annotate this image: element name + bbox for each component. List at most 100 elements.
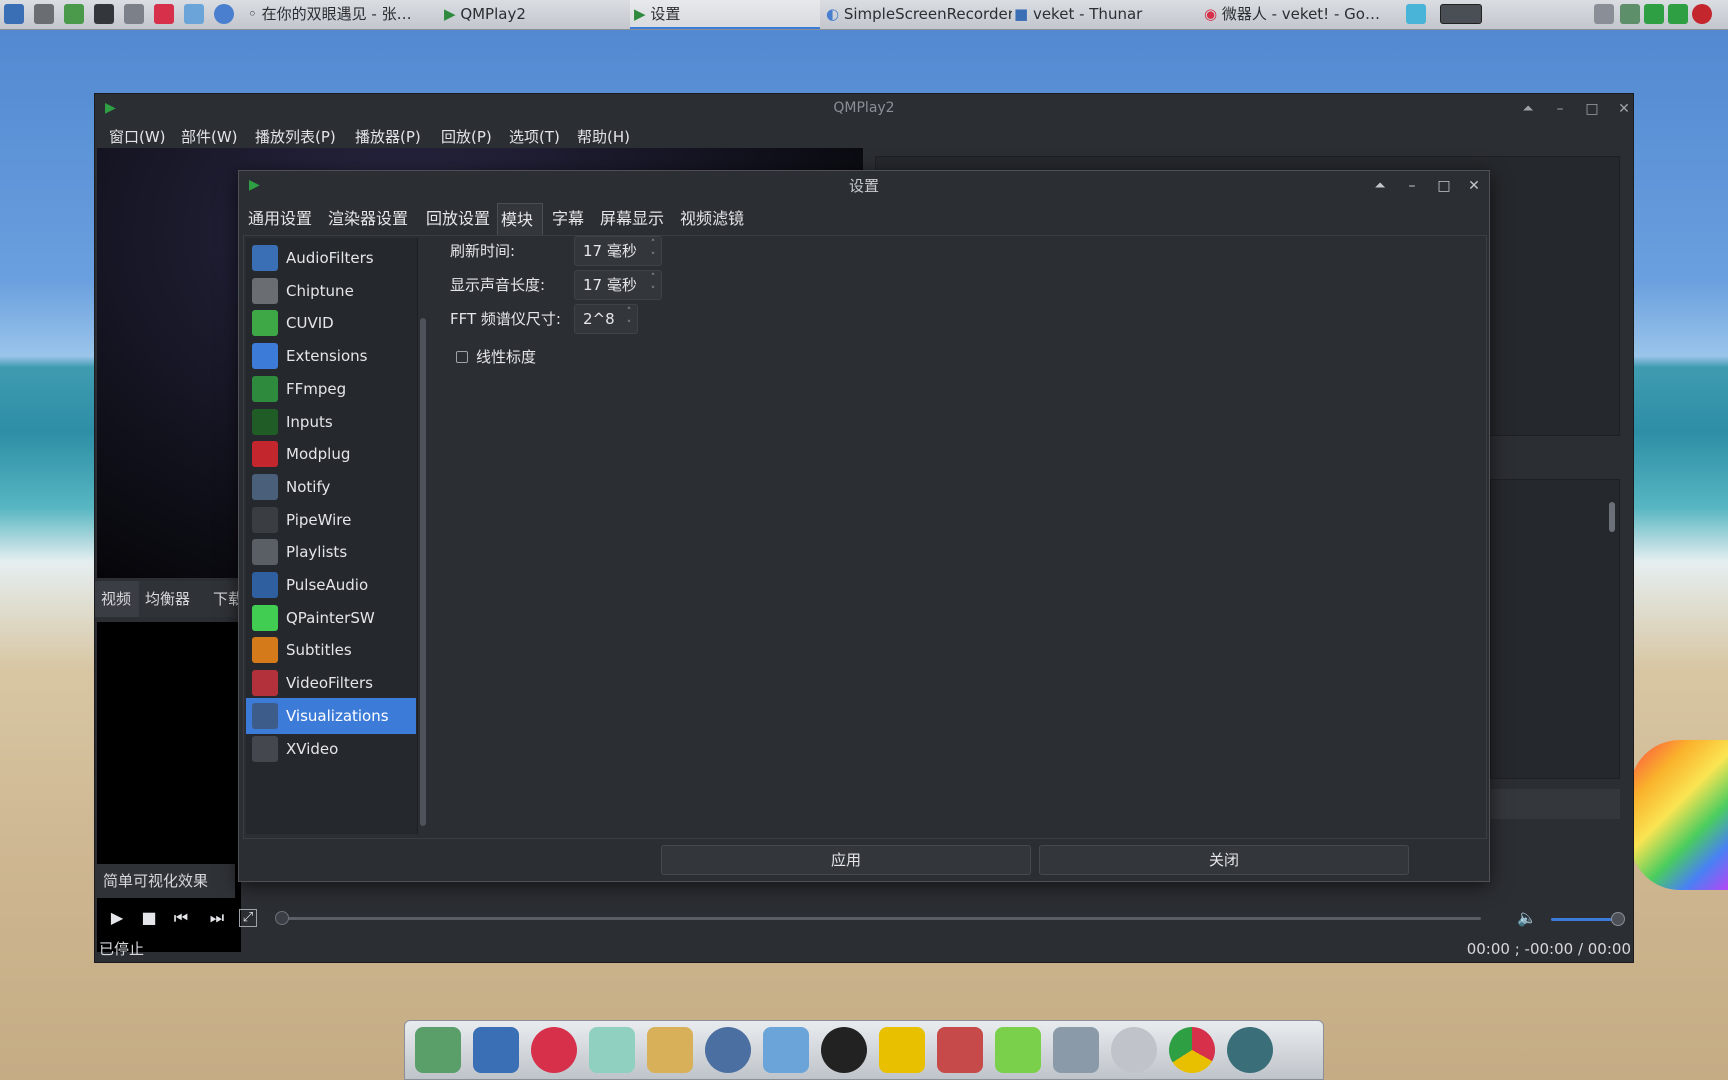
browser-icon[interactable] xyxy=(214,4,234,24)
tab-renderer[interactable]: 渲染器设置 xyxy=(325,203,411,235)
module-item-pipewire[interactable]: PipeWire xyxy=(246,502,416,538)
taskbar-item-chrome[interactable]: ◉ 微器人 - veket! - Go… xyxy=(1204,0,1388,29)
module-item-label: Inputs xyxy=(286,412,333,431)
shade-button[interactable]: ⏶ xyxy=(1517,98,1539,120)
screenshot-icon[interactable] xyxy=(1406,4,1426,24)
module-item-inputs[interactable]: Inputs xyxy=(246,404,416,440)
taskbar-item-settings[interactable]: ▶ 设置 xyxy=(630,0,820,29)
subtitles-icon xyxy=(252,637,278,664)
sound-length-spinbox[interactable]: 17 毫秒 ˄ ˅ xyxy=(574,270,662,300)
heart-app-icon[interactable] xyxy=(154,4,174,24)
module-item-cuvid[interactable]: CUVID xyxy=(246,305,416,341)
module-item-audiofilters[interactable]: AudioFilters xyxy=(246,240,416,276)
settings-sun-icon[interactable] xyxy=(1111,1027,1157,1073)
terminal-icon[interactable] xyxy=(94,4,114,24)
removable-drive-icon[interactable] xyxy=(1053,1027,1099,1073)
module-item-videofilters[interactable]: VideoFilters xyxy=(246,665,416,701)
help-icon[interactable] xyxy=(995,1027,1041,1073)
volume-slider-handle[interactable] xyxy=(1611,912,1625,926)
game-icon[interactable] xyxy=(531,1027,577,1073)
spin-arrows-icon[interactable]: ˄ ˅ xyxy=(647,238,659,264)
tab-equalizer[interactable]: 均衡器 xyxy=(145,581,190,617)
battery-icon[interactable] xyxy=(1644,4,1664,24)
linear-scale-checkbox[interactable]: 线性标度 xyxy=(456,342,536,372)
module-item-playlists[interactable]: Playlists xyxy=(246,534,416,570)
minimize-button[interactable]: – xyxy=(1401,175,1423,197)
tab-video-filters[interactable]: 视频滤镜 xyxy=(677,203,747,235)
audio-player-icon[interactable] xyxy=(705,1027,751,1073)
display-settings-icon[interactable] xyxy=(473,1027,519,1073)
taskbar-item-qmplay[interactable]: ▶ QMPlay2 xyxy=(444,0,614,29)
volume-slider[interactable] xyxy=(1551,918,1617,921)
module-list-scrollbar[interactable] xyxy=(420,318,426,826)
clipboard-icon[interactable] xyxy=(1594,4,1614,24)
previous-button[interactable]: ⏮ xyxy=(169,906,193,930)
notebook-icon[interactable] xyxy=(879,1027,925,1073)
tab-subtitles[interactable]: 字幕 xyxy=(549,203,587,235)
seek-slider-handle[interactable] xyxy=(275,911,289,925)
next-button[interactable]: ⏭ xyxy=(205,906,229,930)
shade-button[interactable]: ⏶ xyxy=(1369,175,1391,197)
tab-playback[interactable]: 回放设置 xyxy=(423,203,493,235)
taskbar-item-recorder[interactable]: ◐ SimpleScreenRecorder xyxy=(826,0,1012,29)
playlist-search-bar[interactable] xyxy=(1490,789,1620,819)
volume-icon[interactable]: 🔈 xyxy=(1515,906,1539,930)
fft-size-spinbox[interactable]: 2^8 ˄ ˅ xyxy=(574,304,638,334)
module-list[interactable]: AudioFilters Chiptune CUVID Extensions FFmpe… xyxy=(246,238,418,834)
tab-modules[interactable]: 模块 xyxy=(497,203,543,235)
system-monitor-icon[interactable] xyxy=(4,4,24,24)
module-item-pulseaudio[interactable]: PulseAudio xyxy=(246,567,416,603)
tray-record-icon[interactable] xyxy=(1692,4,1712,24)
recording-indicator-icon[interactable] xyxy=(1440,4,1482,24)
chrome-icon[interactable] xyxy=(1169,1027,1215,1073)
module-item-label: AudioFilters xyxy=(286,249,374,267)
stop-button[interactable]: ■ xyxy=(137,906,161,930)
refresh-time-spinbox[interactable]: 17 毫秒 ˄ ˅ xyxy=(574,236,662,266)
module-item-ffmpeg[interactable]: FFmpeg xyxy=(246,371,416,407)
module-item-visualizations[interactable]: Visualizations xyxy=(246,697,416,734)
network-icon[interactable] xyxy=(184,4,204,24)
close-dialog-button[interactable]: 关闭 xyxy=(1039,845,1409,875)
text-editor-icon[interactable] xyxy=(589,1027,635,1073)
playlist-scrollbar[interactable] xyxy=(1609,502,1615,532)
apply-button[interactable]: 应用 xyxy=(661,845,1031,875)
playlist-list[interactable] xyxy=(1490,479,1620,779)
tab-simple-visualization[interactable]: 简单可视化效果 xyxy=(95,864,235,898)
tab-osd[interactable]: 屏幕显示 xyxy=(597,203,667,235)
close-button[interactable]: ✕ xyxy=(1463,175,1485,197)
module-item-xvideo[interactable]: XVideo xyxy=(246,731,416,767)
play-button[interactable]: ▶ xyxy=(105,906,129,930)
settings-gear-icon[interactable] xyxy=(34,4,54,24)
module-item-extensions[interactable]: Extensions xyxy=(246,338,416,374)
seek-slider[interactable] xyxy=(281,917,1481,920)
spin-arrows-icon[interactable]: ˄ ˅ xyxy=(623,306,635,332)
tray-app-icon[interactable] xyxy=(1620,4,1640,24)
maximize-button[interactable]: □ xyxy=(1433,175,1455,197)
module-item-notify[interactable]: Notify xyxy=(246,469,416,505)
module-item-modplug[interactable]: Modplug xyxy=(246,436,416,472)
refresh-time-value: 17 毫秒 xyxy=(583,242,637,260)
camera-icon[interactable] xyxy=(1227,1027,1273,1073)
paint-icon[interactable] xyxy=(647,1027,693,1073)
taskbar-item-music[interactable]: ◦ 在你的双眼遇见 - 张… xyxy=(248,0,438,29)
video-filters-icon xyxy=(252,670,278,697)
minimize-button[interactable]: – xyxy=(1549,98,1571,120)
taskbar-item-thunar[interactable]: ■ veket - Thunar xyxy=(1014,0,1194,29)
network-users-icon[interactable] xyxy=(763,1027,809,1073)
close-button[interactable]: ✕ xyxy=(1613,98,1635,120)
checkbox-box[interactable] xyxy=(456,351,468,363)
module-item-subtitles[interactable]: Subtitles xyxy=(246,632,416,668)
tray-play-icon[interactable] xyxy=(1668,4,1688,24)
tab-video[interactable]: 视频 xyxy=(95,581,139,617)
module-item-chiptune[interactable]: Chiptune xyxy=(246,273,416,309)
fullscreen-button[interactable]: ⤢ xyxy=(239,909,257,927)
module-item-qpaintersw[interactable]: QPainterSW xyxy=(246,600,416,636)
spin-arrows-icon[interactable]: ˄ ˅ xyxy=(647,272,659,298)
printer-icon[interactable] xyxy=(124,4,144,24)
file-manager-icon[interactable] xyxy=(415,1027,461,1073)
penguin-icon[interactable] xyxy=(821,1027,867,1073)
media-play-icon[interactable] xyxy=(64,4,84,24)
chart-app-icon[interactable] xyxy=(937,1027,983,1073)
maximize-button[interactable]: □ xyxy=(1581,98,1603,120)
tab-general[interactable]: 通用设置 xyxy=(245,203,315,235)
